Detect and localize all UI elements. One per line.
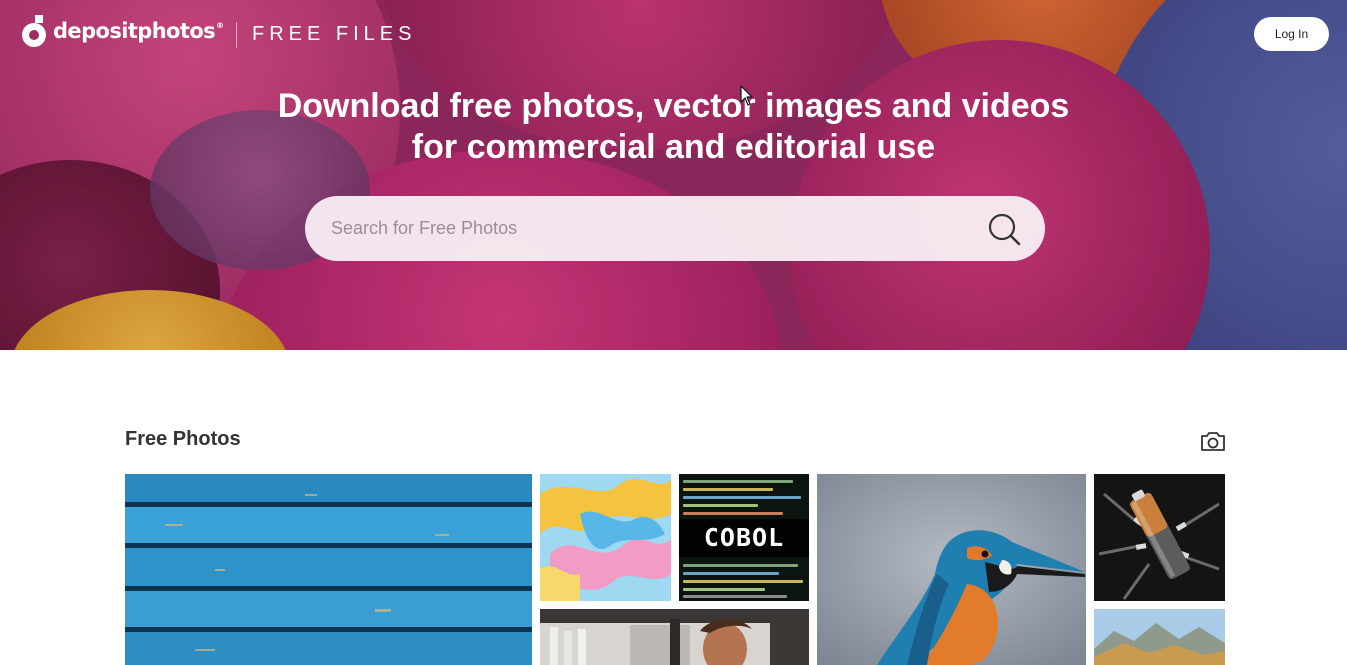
code-line <box>683 564 798 567</box>
login-button[interactable]: Log In <box>1254 17 1329 51</box>
top-navigation: depositphotos® FREE FILES Log In <box>0 0 1347 70</box>
headline-line-1: Download free photos, vector images and … <box>277 87 1070 125</box>
hero-banner: depositphotos® FREE FILES Log In Downloa… <box>0 0 1347 350</box>
registered-mark: ® <box>216 21 224 30</box>
cobol-caption: COBOL <box>679 519 809 557</box>
photo-tile-fluid-art[interactable] <box>540 474 671 601</box>
code-line <box>683 588 765 591</box>
brand-logo[interactable]: depositphotos® <box>21 14 224 48</box>
mouse-cursor-icon <box>740 85 754 107</box>
code-line <box>683 595 787 598</box>
search-icon[interactable] <box>983 210 1023 248</box>
photo-tile-kingfisher[interactable] <box>817 474 1086 665</box>
depositphotos-logo-icon <box>21 15 47 47</box>
code-line <box>683 488 773 491</box>
code-line <box>683 512 783 515</box>
photo-tile-mountain[interactable] <box>1094 609 1225 665</box>
code-line <box>683 480 793 483</box>
photo-tile-cobol[interactable]: COBOL <box>679 474 809 601</box>
photo-tile-blue-wood[interactable] <box>125 474 532 665</box>
section-label[interactable]: FREE FILES <box>252 23 416 46</box>
camera-icon[interactable] <box>1199 429 1227 453</box>
code-line <box>683 572 779 575</box>
code-line <box>683 496 801 499</box>
headline-line-2: for commercial and editorial use <box>411 128 936 166</box>
code-line <box>683 580 803 583</box>
photo-tile-kitchen[interactable] <box>540 609 809 665</box>
logo-divider <box>236 22 237 48</box>
brand-name-text: depositphotos <box>53 19 216 43</box>
search-input[interactable] <box>305 196 985 261</box>
brand-name: depositphotos® <box>53 19 224 43</box>
hero-headline: Download free photos, vector images and … <box>0 86 1347 168</box>
photo-tile-battery[interactable] <box>1094 474 1225 601</box>
code-line <box>683 504 758 507</box>
section-title: Free Photos <box>125 428 241 450</box>
search-bar <box>305 196 1045 261</box>
